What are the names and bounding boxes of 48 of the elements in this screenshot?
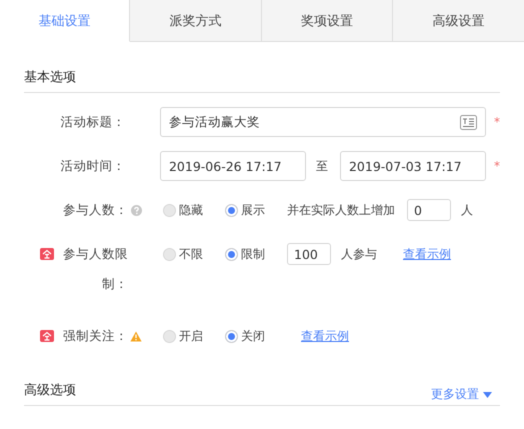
required-mark: * <box>494 159 500 173</box>
radio-label: 展示 <box>241 202 265 218</box>
radio-button[interactable] <box>225 330 238 342</box>
help-icon <box>130 204 142 216</box>
radio-option[interactable]: 限制 <box>225 246 265 262</box>
radio-label: 不限 <box>179 246 203 262</box>
required-mark: * <box>494 115 500 129</box>
radio-label: 隐藏 <box>179 202 203 218</box>
input-field[interactable]: 2019-07-03 17:17 <box>340 151 486 181</box>
example-link[interactable]: 查看示例 <box>301 328 349 344</box>
radio-label: 开启 <box>179 328 203 344</box>
radio-option[interactable]: 展示 <box>225 202 265 218</box>
radio-label: 关闭 <box>241 328 265 344</box>
warning-icon <box>130 330 142 342</box>
inline-text: 人参与 <box>341 246 377 262</box>
tab[interactable]: 奖项设置 <box>260 0 392 42</box>
inline-text: 并在实际人数上增加 <box>287 202 395 218</box>
field-label: 活动时间： <box>59 157 126 175</box>
radio-button[interactable] <box>163 330 176 342</box>
field-label: 参与人数： <box>62 201 128 219</box>
badge-icon <box>40 330 54 342</box>
radio-button[interactable] <box>225 204 238 216</box>
radio-option[interactable]: 开启 <box>163 328 203 344</box>
radio-option[interactable]: 不限 <box>163 246 203 262</box>
section-title: 高级选项 <box>24 382 76 399</box>
inline-text: 至 <box>316 158 328 174</box>
radio-button[interactable] <box>163 248 176 260</box>
field-label: 强制关注： <box>62 327 128 345</box>
text-format-icon[interactable] <box>460 114 477 130</box>
field-label: 参与人数限制： <box>62 245 128 293</box>
example-link[interactable]: 查看示例 <box>403 246 451 262</box>
input-field[interactable]: 参与活动赢大奖 <box>160 107 486 137</box>
radio-option[interactable]: 关闭 <box>225 328 265 344</box>
input-field[interactable]: 0 <box>407 199 451 221</box>
caret-icon <box>483 392 492 398</box>
radio-label: 限制 <box>241 246 265 262</box>
input-field[interactable]: 2019-06-26 17:17 <box>160 151 306 181</box>
radio-button[interactable] <box>225 248 238 260</box>
tab[interactable]: 高级设置 <box>392 0 524 42</box>
section-title: 基本选项 <box>24 69 76 86</box>
more-settings-link[interactable]: 更多设置 <box>431 386 492 403</box>
inline-text: 人 <box>461 202 473 218</box>
field-label: 活动标题： <box>59 113 126 131</box>
badge-icon <box>40 248 54 260</box>
radio-option[interactable]: 隐藏 <box>163 202 203 218</box>
input-field[interactable]: 100 <box>287 243 331 265</box>
radio-button[interactable] <box>163 204 176 216</box>
tab[interactable]: 派奖方式 <box>130 0 261 42</box>
